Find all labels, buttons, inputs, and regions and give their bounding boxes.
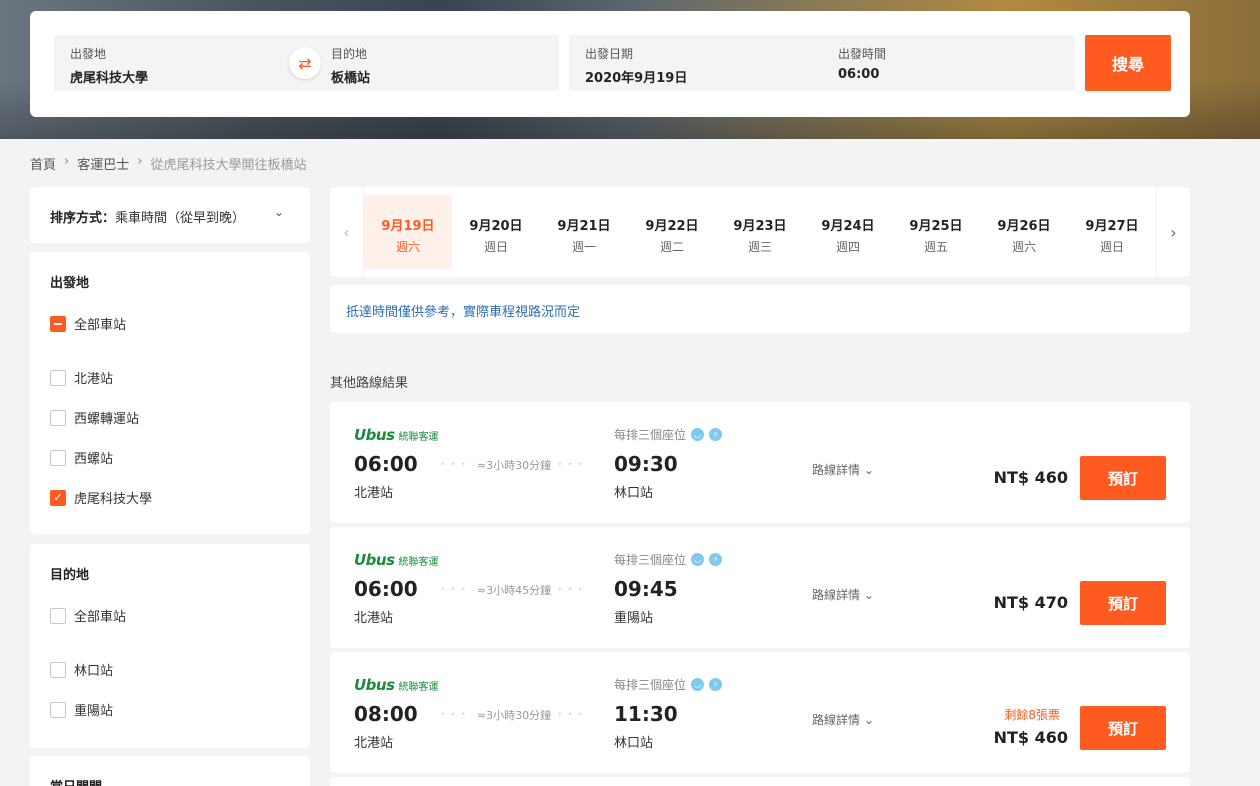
checkbox-icon <box>50 701 66 718</box>
departure-station: 北港站 <box>354 611 394 626</box>
origin-all-checkbox[interactable]: 全部車站 <box>50 314 126 333</box>
time-filter: 當日開開 <box>30 756 310 786</box>
origin-station-checkbox[interactable]: 西螺轉運站 <box>50 408 139 427</box>
sort-label: 排序方式：乘車時間（從早到晚） <box>50 211 246 226</box>
checkbox-icon <box>50 409 66 426</box>
checkbox-icon <box>50 661 66 678</box>
departure-time: 06:00 <box>354 577 418 601</box>
search-form: 出發地 虎尾科技大學 目的地 板橋站 ⇄ 出發日期 2020年9月19日 出發時… <box>30 11 1190 117</box>
departure-station: 北港站 <box>354 736 394 751</box>
time-filter-title: 當日開開 <box>50 776 102 786</box>
checkbox-partial-icon <box>50 315 66 332</box>
ubus-logo: Ubus 統聯客運 <box>354 551 439 569</box>
route-details-toggle[interactable]: 路線詳情 ⌄ <box>812 711 874 728</box>
date-tab[interactable]: 9月22日 週二 <box>628 195 716 269</box>
destination-value[interactable]: 板橋站 <box>331 67 370 86</box>
chevron-left-icon[interactable]: ‹ <box>330 187 364 277</box>
route-card <box>330 777 1190 786</box>
date-tab[interactable]: 9月21日 週一 <box>540 195 628 269</box>
seat-info: 每排三個座位 ◡ ⚡ <box>614 676 723 693</box>
seat-info: 每排三個座位 ◡ ⚡ <box>614 551 723 568</box>
date-tab[interactable]: 9月23日 週三 <box>716 195 804 269</box>
origin-station-checkbox[interactable]: 西螺站 <box>50 448 113 467</box>
charging-icon: ⚡ <box>709 678 723 691</box>
chevron-right-icon: › <box>137 154 143 169</box>
checkbox-icon <box>50 369 66 386</box>
breadcrumb-current: 從虎尾科技大學開往板橋站 <box>150 158 307 173</box>
chevron-down-icon: ⌄ <box>273 205 284 219</box>
route-card: Ubus 統聯客運 每排三個座位 ◡ ⚡ 06:00 ••• ≈3小時30分鐘 ••• 0… <box>330 402 1190 523</box>
section-title: 其他路線結果 <box>330 376 409 391</box>
origin-value[interactable]: 虎尾科技大學 <box>70 67 148 86</box>
time-label: 出發時間 <box>838 47 887 61</box>
sort-dropdown[interactable]: 排序方式：乘車時間（從早到晚） ⌄ <box>30 187 310 243</box>
book-button[interactable]: 預訂 <box>1080 456 1166 500</box>
chevron-right-icon: › <box>64 154 70 169</box>
destination-station-checkbox[interactable]: 重陽站 <box>50 700 113 719</box>
date-selector: ‹ 9月19日 週六 9月20日 週日 9月21日 週一 9月22日 週二 9月23日週… <box>330 187 1190 277</box>
date-tab[interactable]: 9月27日 週日 <box>1068 195 1156 269</box>
notice-banner: 抵達時間僅供參考，實際車程視路況而定 <box>330 285 1190 333</box>
seat-info: 每排三個座位 ◡ ⚡ <box>614 426 723 443</box>
datetime-field[interactable]: 出發日期 2020年9月19日 出發時間 06:00 <box>569 35 1075 91</box>
breadcrumb: 首頁 › 客運巴士 › 從虎尾科技大學開往板橋站 <box>30 154 306 173</box>
origin-label: 出發地 <box>70 47 107 61</box>
arrival-time: 09:45 <box>614 577 678 601</box>
wifi-icon: ◡ <box>691 678 705 691</box>
date-tab[interactable]: 9月25日 週五 <box>892 195 980 269</box>
ticket-price: NT$ 460 <box>993 728 1068 747</box>
swap-icon[interactable]: ⇄ <box>289 47 321 79</box>
chevron-right-icon[interactable]: › <box>1156 187 1190 277</box>
remaining-tickets: 剩餘8張票 <box>1004 708 1060 722</box>
ubus-logo: Ubus 統聯客運 <box>354 426 439 444</box>
date-value[interactable]: 2020年9月19日 <box>585 67 687 86</box>
route-card: Ubus 統聯客運 每排三個座位 ◡ ⚡ 06:00 ••• ≈3小時45分鐘 ••• 0… <box>330 527 1190 648</box>
arrival-station: 重陽站 <box>614 611 654 626</box>
origin-filter-title: 出發地 <box>50 276 90 291</box>
origin-filter: 出發地 全部車站 北港站 西螺轉運站 西螺站 ✓ 虎尾科技大學 <box>30 252 310 534</box>
departure-time: 08:00 <box>354 702 418 726</box>
destination-all-checkbox[interactable]: 全部車站 <box>50 606 126 625</box>
ticket-price: NT$ 470 <box>993 593 1068 612</box>
departure-time: 06:00 <box>354 452 418 476</box>
trip-duration: ••• ≈3小時45分鐘 ••• <box>439 584 589 597</box>
checkbox-icon <box>50 449 66 466</box>
charging-icon: ⚡ <box>709 553 723 566</box>
arrival-station: 林口站 <box>614 736 654 751</box>
date-tab[interactable]: 9月20日 週日 <box>452 195 540 269</box>
checkmark-icon: ✓ <box>50 489 66 506</box>
date-tab[interactable]: 9月26日 週六 <box>980 195 1068 269</box>
date-tab[interactable]: 9月24日 週四 <box>804 195 892 269</box>
time-value[interactable]: 06:00 <box>838 67 879 82</box>
destination-filter: 目的地 全部車站 林口站 重陽站 <box>30 544 310 748</box>
charging-icon: ⚡ <box>709 428 723 441</box>
breadcrumb-home[interactable]: 首頁 <box>30 154 56 173</box>
trip-duration: ••• ≈3小時30分鐘 ••• <box>439 709 589 722</box>
wifi-icon: ◡ <box>691 553 705 566</box>
date-tab[interactable]: 9月19日 週六 <box>364 195 452 269</box>
date-label: 出發日期 <box>585 47 634 61</box>
origin-station-checkbox[interactable]: 北港站 <box>50 368 113 387</box>
notice-text: 抵達時間僅供參考，實際車程視路況而定 <box>346 305 581 320</box>
ubus-logo: Ubus 統聯客運 <box>354 676 439 694</box>
arrival-station: 林口站 <box>614 486 654 501</box>
trip-duration: ••• ≈3小時30分鐘 ••• <box>439 459 589 472</box>
route-card: Ubus 統聯客運 每排三個座位 ◡ ⚡ 08:00 ••• ≈3小時30分鐘 ••• 1… <box>330 652 1190 773</box>
ticket-price: NT$ 460 <box>993 468 1068 487</box>
checkbox-icon <box>50 607 66 624</box>
breadcrumb-category[interactable]: 客運巴士 <box>77 154 129 173</box>
destination-filter-title: 目的地 <box>50 568 90 583</box>
route-details-toggle[interactable]: 路線詳情 ⌄ <box>812 461 874 478</box>
search-button[interactable]: 搜尋 <box>1085 35 1171 91</box>
wifi-icon: ◡ <box>691 428 705 441</box>
departure-station: 北港站 <box>354 486 394 501</box>
arrival-time: 11:30 <box>614 702 678 726</box>
destination-station-checkbox[interactable]: 林口站 <box>50 660 113 679</box>
destination-label: 目的地 <box>331 47 368 61</box>
origin-station-checkbox[interactable]: ✓ 虎尾科技大學 <box>50 488 152 507</box>
arrival-time: 09:30 <box>614 452 678 476</box>
route-details-toggle[interactable]: 路線詳情 ⌄ <box>812 586 874 603</box>
book-button[interactable]: 預訂 <box>1080 706 1166 750</box>
book-button[interactable]: 預訂 <box>1080 581 1166 625</box>
